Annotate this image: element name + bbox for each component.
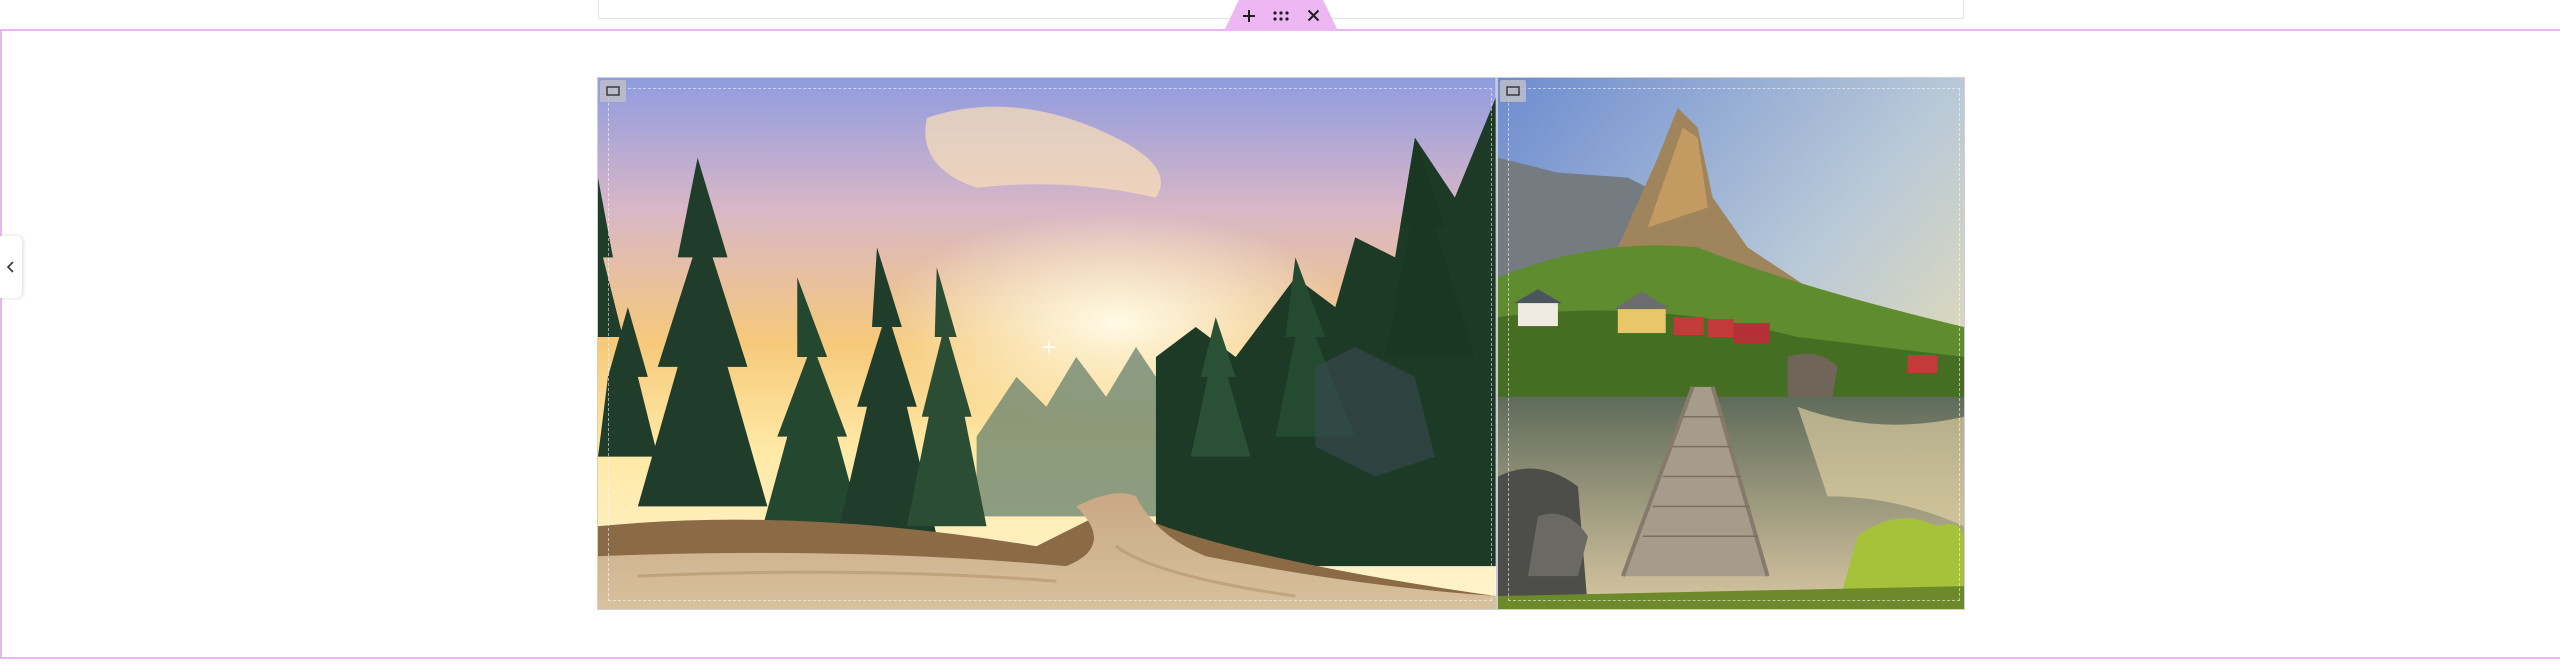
plus-icon [1243,9,1255,22]
image-gallery[interactable]: + [597,77,1965,610]
image-select-handle[interactable] [600,80,626,102]
section-toolbar [1224,0,1338,31]
gallery-image-fjord-boardwalk[interactable] [1497,78,1964,609]
move-cursor-icon: + [1041,332,1057,362]
delete-section-button[interactable] [1304,7,1322,25]
image-handle-icon [606,86,620,96]
gallery-image-forest-road[interactable]: + [598,78,1498,609]
drag-section-button[interactable] [1272,7,1290,25]
chevron-left-icon [6,261,14,273]
image-handle-icon [1505,86,1520,96]
close-icon [1307,9,1319,22]
add-section-button[interactable] [1240,7,1258,25]
fjord-boardwalk-image [1497,78,1964,609]
side-panel-toggle[interactable] [0,236,22,298]
image-select-handle[interactable] [1499,80,1526,102]
drag-grid-icon [1273,10,1289,21]
